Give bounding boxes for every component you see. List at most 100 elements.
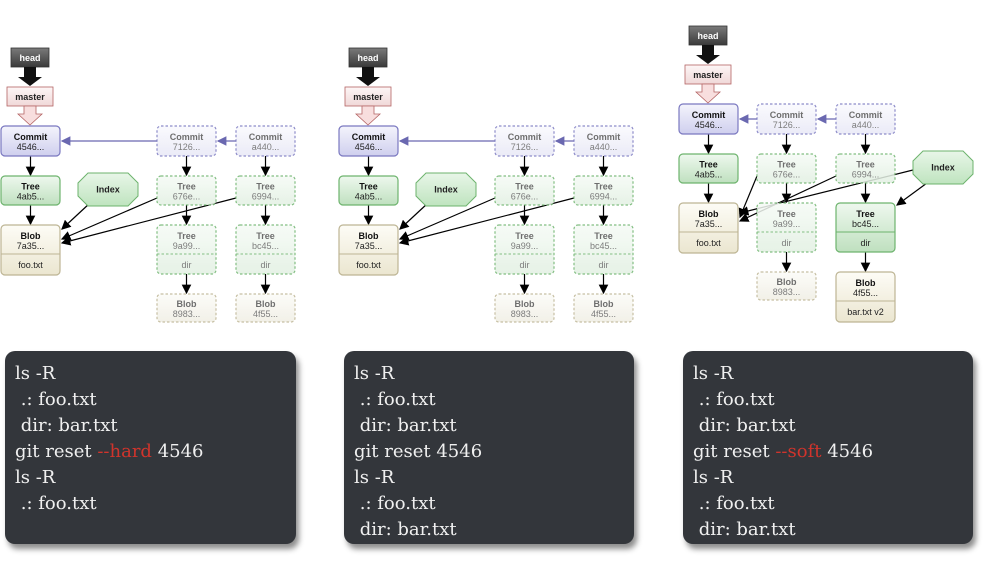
tree-6994: Tree6994... <box>235 175 296 206</box>
commit-7126-hash: 7126... <box>773 120 801 130</box>
panel-reset-mixed: head master Commit 4546... Commit 7126... Comm… <box>338 0 668 561</box>
blob-7a35-title: Blob <box>21 231 41 241</box>
blob-4f55: Blob4f55... <box>235 293 296 323</box>
head-label: head <box>19 53 40 63</box>
tree-6994-hash: 6994... <box>252 192 280 202</box>
commit-4546-title: Commit <box>692 110 726 120</box>
head-arrow <box>696 45 720 64</box>
head-label: head <box>697 31 718 41</box>
reset-flag: --soft <box>775 441 822 462</box>
blob-4f55: Blob4f55... bar.txt v2 <box>835 271 896 323</box>
tree-bc45-title: Tree <box>856 209 875 219</box>
tree-676e-title: Tree <box>777 160 796 170</box>
tree-bc45-filename: dir <box>260 260 270 270</box>
tree-6994: Tree6994... <box>835 153 896 184</box>
commit-a440: Commita440... <box>573 125 634 157</box>
tree-4ab5-hash: 4ab5... <box>695 170 723 180</box>
tree-676e: Tree676e... <box>494 175 555 206</box>
tree-bc45-hash: bc45... <box>852 219 879 229</box>
commit-7126-title: Commit <box>170 132 204 142</box>
commit-4546: Commit4546... <box>0 125 61 157</box>
blob-7a35: Blob7a35... foo.txt <box>0 224 61 276</box>
terminal-line: git reset --soft 4546 <box>693 439 963 465</box>
terminal-line: dir: bar.txt <box>15 415 118 436</box>
blob-7a35-hash: 7a35... <box>355 241 383 251</box>
blob-8983-hash: 8983... <box>173 309 201 319</box>
reset-flag: --hard <box>97 441 152 462</box>
terminal-line: ls -R <box>693 467 734 488</box>
tree-6994-title: Tree <box>594 182 613 192</box>
index-node: Index <box>415 172 477 207</box>
tree-9a99-filename: dir <box>519 260 529 270</box>
blob-8983: Blob8983... <box>494 293 555 323</box>
terminal-line: .: foo.txt <box>693 493 775 514</box>
terminal-line: .: foo.txt <box>693 389 775 410</box>
index-tree-link <box>896 182 928 206</box>
commit-graph: headmasterCommit4546...Commit7126...Comm… <box>0 47 296 323</box>
commit-4546-title: Commit <box>352 132 386 142</box>
command-text: git reset <box>693 441 776 462</box>
tree-9a99-title: Tree <box>777 209 796 219</box>
blob-7a35-filename: foo.txt <box>356 260 381 270</box>
tree-bc45-filename: dir <box>598 260 608 270</box>
blob-7a35: Blob7a35... foo.txt <box>338 224 399 276</box>
commit-4546-title: Commit <box>14 132 48 142</box>
head-ref: head <box>10 47 50 86</box>
tree-4ab5-title: Tree <box>21 182 40 192</box>
terminal-line: ls -R <box>354 467 395 488</box>
tree-9a99-filename: dir <box>181 260 191 270</box>
tree-4ab5-title: Tree <box>359 182 378 192</box>
tree-9a99-hash: 9a99... <box>773 219 801 229</box>
tree-9a99-title: Tree <box>177 231 196 241</box>
tree-4ab5: Tree4ab5... <box>0 175 61 206</box>
blob-4f55-hash: 4f55... <box>853 288 878 298</box>
terminal-line: ls -R <box>354 363 395 384</box>
commit-arg: 4546 <box>821 441 874 462</box>
blob-4f55: Blob4f55... <box>573 293 634 323</box>
blob-7a35: Blob7a35... foo.txt <box>678 202 739 254</box>
terminal-line: .: foo.txt <box>354 493 436 514</box>
commit-7126: Commit7126... <box>756 103 817 135</box>
tree-4ab5-hash: 4ab5... <box>355 192 383 202</box>
master-arrow <box>16 105 44 126</box>
tree-4ab5-title: Tree <box>699 160 718 170</box>
tree-4ab5: Tree4ab5... <box>338 175 399 206</box>
panel-reset-soft: head master Commit 4546... Commit 7126... Comm… <box>677 0 983 561</box>
commit-7126-title: Commit <box>508 132 542 142</box>
head-arrow <box>18 67 42 86</box>
commit-a440-title: Commit <box>249 132 283 142</box>
index-label: Index <box>434 185 458 195</box>
blob-4f55-hash: 4f55... <box>253 309 278 319</box>
tree-bc45-title: Tree <box>256 231 275 241</box>
commit-7126-hash: 7126... <box>173 142 201 152</box>
tree-6994-title: Tree <box>256 182 275 192</box>
blob-7a35-title: Blob <box>699 209 719 219</box>
tree-bc45: Treebc45... dir <box>835 202 896 253</box>
terminal-line: dir: bar.txt <box>693 415 796 436</box>
terminal-output: ls -R .: foo.txt dir: bar.txt git reset -… <box>5 351 296 544</box>
blob-8983-title: Blob <box>177 299 197 309</box>
terminal-line: dir: bar.txt <box>693 519 796 540</box>
tree-4ab5-hash: 4ab5... <box>17 192 45 202</box>
tree-bc45-filename: dir <box>860 238 870 248</box>
head-ref: head <box>348 47 388 86</box>
tree-676e-hash: 676e... <box>773 170 801 180</box>
commit-7126: Commit7126... <box>494 125 555 157</box>
index-node: Index <box>912 150 974 185</box>
commit-7126: Commit7126... <box>156 125 217 157</box>
tree-9a99-hash: 9a99... <box>511 241 539 251</box>
tree-bc45-hash: bc45... <box>590 241 617 251</box>
terminal-output: ls -R .: foo.txt dir: bar.txt git reset -… <box>683 351 973 544</box>
master-label: master <box>15 92 45 102</box>
index-label: Index <box>96 185 120 195</box>
head-ref: head <box>688 25 728 64</box>
blob-7a35-title: Blob <box>359 231 379 241</box>
terminal-line: .: foo.txt <box>15 493 97 514</box>
commit-graph: headmasterCommit4546...Commit7126...Comm… <box>338 47 634 323</box>
tree-bc45-hash: bc45... <box>252 241 279 251</box>
blob-8983-hash: 8983... <box>773 287 801 297</box>
commit-a440-title: Commit <box>849 110 883 120</box>
master-branch: master <box>684 64 732 104</box>
commit-4546-hash: 4546... <box>355 142 383 152</box>
terminal-line: .: foo.txt <box>354 389 436 410</box>
